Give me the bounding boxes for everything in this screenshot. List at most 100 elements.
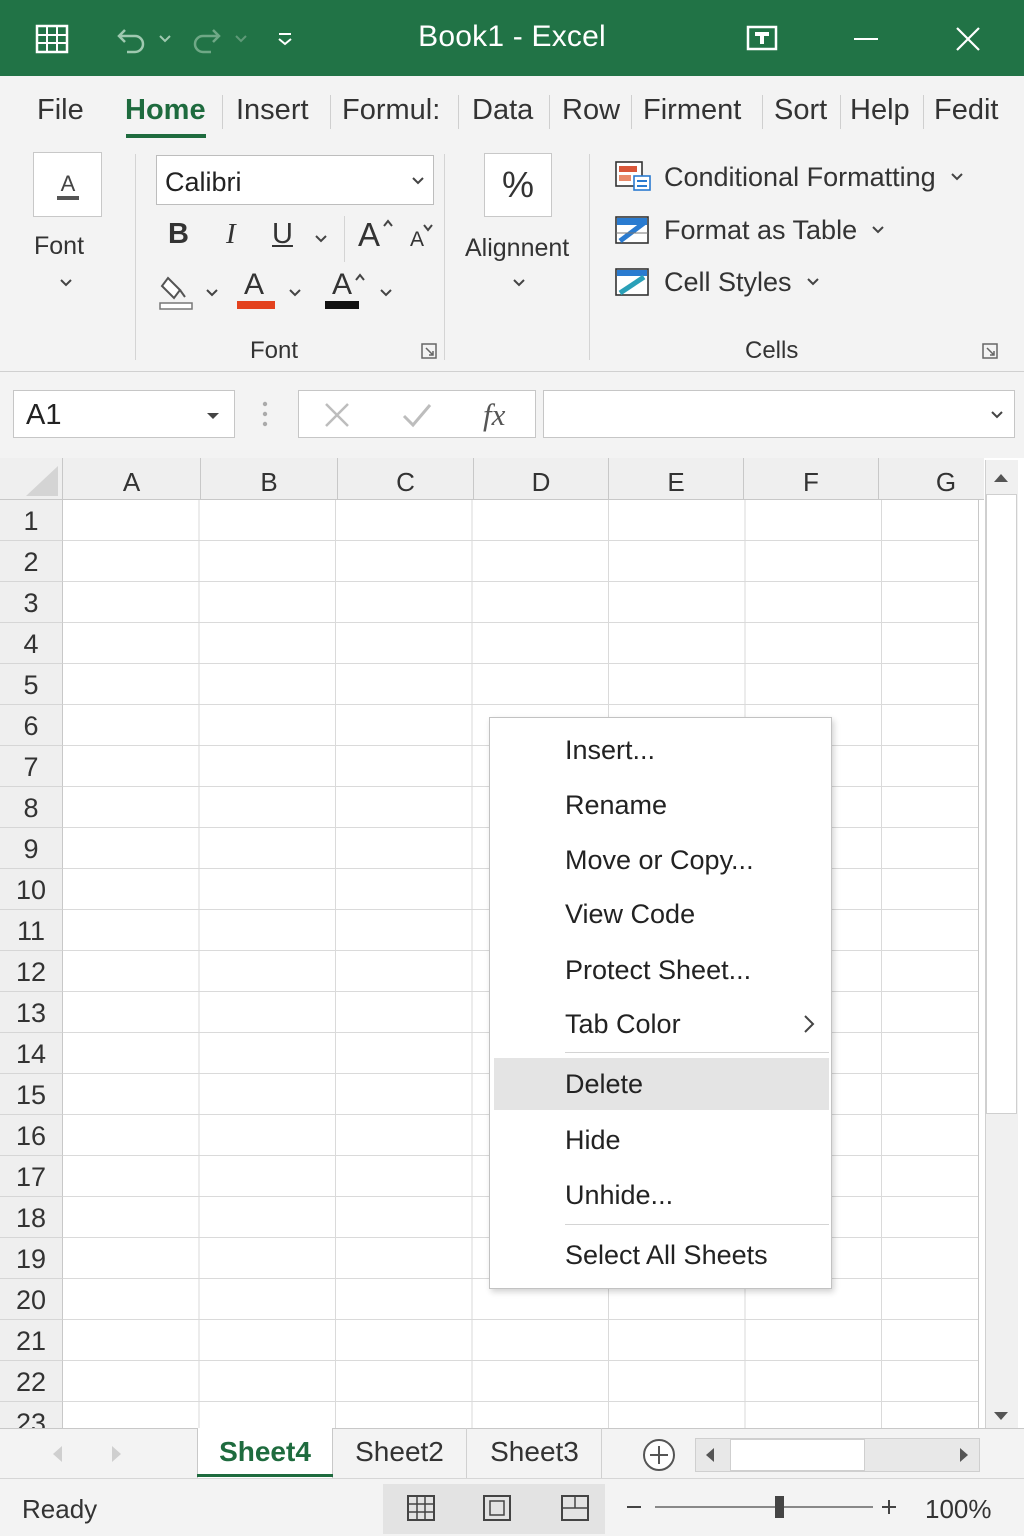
- customize-quick-access-icon[interactable]: [272, 18, 298, 60]
- row-header[interactable]: 20: [0, 1279, 63, 1320]
- menu-item-view-code[interactable]: View Code: [494, 888, 829, 940]
- bold-button[interactable]: B: [168, 218, 189, 251]
- previous-sheet-arrow-icon[interactable]: [50, 1444, 64, 1464]
- menu-item-rename[interactable]: Rename: [494, 779, 829, 831]
- horizontal-scroll-thumb[interactable]: [730, 1439, 865, 1471]
- resize-handle-icon[interactable]: [262, 400, 268, 428]
- normal-view-icon[interactable]: [406, 1494, 436, 1522]
- zoom-in-icon[interactable]: [881, 1499, 897, 1515]
- row-header[interactable]: 2: [0, 541, 63, 582]
- formula-input[interactable]: [543, 390, 1015, 438]
- font-color-letter[interactable]: A: [244, 268, 264, 302]
- font-button[interactable]: A: [33, 152, 102, 217]
- undo-dropdown-icon[interactable]: [156, 18, 174, 60]
- zoom-slider-thumb[interactable]: [775, 1496, 784, 1518]
- row-header[interactable]: 21: [0, 1320, 63, 1361]
- tab-help[interactable]: Help: [850, 94, 910, 127]
- scroll-left-arrow-icon[interactable]: [704, 1447, 716, 1463]
- tab-firment[interactable]: Firment: [643, 94, 741, 127]
- menu-item-tab-color[interactable]: Tab Color: [494, 998, 829, 1050]
- row-header[interactable]: 16: [0, 1115, 63, 1156]
- column-header[interactable]: B: [201, 458, 338, 500]
- insert-function-button[interactable]: fx: [483, 397, 505, 433]
- menu-item-select-all-sheets[interactable]: Select All Sheets: [494, 1229, 829, 1281]
- tab-formulas[interactable]: Formul:: [342, 94, 440, 127]
- scroll-up-arrow-icon[interactable]: [993, 472, 1009, 484]
- tab-sort[interactable]: Sort: [774, 94, 827, 127]
- row-header[interactable]: 19: [0, 1238, 63, 1279]
- select-all-corner[interactable]: [0, 458, 63, 500]
- new-sheet-plus-icon[interactable]: [641, 1437, 677, 1473]
- sheet-tab-sheet4[interactable]: Sheet4: [197, 1428, 333, 1478]
- italic-button[interactable]: I: [226, 218, 236, 251]
- menu-item-delete[interactable]: Delete: [494, 1058, 829, 1110]
- tab-file[interactable]: File: [37, 94, 84, 127]
- row-header[interactable]: 9: [0, 828, 63, 869]
- tab-home[interactable]: Home: [125, 94, 206, 127]
- menu-item-unhide[interactable]: Unhide...: [494, 1169, 829, 1221]
- grow-font-button[interactable]: A: [358, 216, 380, 254]
- column-header[interactable]: F: [744, 458, 879, 500]
- underline-button[interactable]: U: [272, 218, 293, 251]
- column-header[interactable]: D: [474, 458, 609, 500]
- row-header[interactable]: 11: [0, 910, 63, 951]
- menu-item-insert[interactable]: Insert...: [494, 724, 829, 776]
- scroll-right-arrow-icon[interactable]: [958, 1447, 970, 1463]
- tab-insert[interactable]: Insert: [236, 94, 309, 127]
- dialog-launcher-icon[interactable]: [421, 343, 437, 359]
- row-header[interactable]: 15: [0, 1074, 63, 1115]
- page-layout-view-icon[interactable]: [482, 1494, 512, 1522]
- chevron-down-icon[interactable]: [59, 278, 73, 288]
- sheet-tab-sheet3[interactable]: Sheet3: [468, 1428, 602, 1478]
- column-header[interactable]: A: [63, 458, 201, 500]
- chevron-down-icon[interactable]: [512, 278, 526, 288]
- row-header[interactable]: 23: [0, 1402, 63, 1428]
- text-effect-letter[interactable]: A: [332, 268, 352, 302]
- dialog-launcher-icon[interactable]: [982, 343, 998, 359]
- ribbon-display-options-icon[interactable]: [744, 18, 780, 60]
- font-button-label[interactable]: Font: [34, 232, 84, 261]
- fill-color-dropdown-icon[interactable]: [205, 288, 219, 298]
- column-header[interactable]: E: [609, 458, 744, 500]
- row-header[interactable]: 7: [0, 746, 63, 787]
- zoom-slider-track[interactable]: [655, 1506, 873, 1508]
- zoom-out-icon[interactable]: [626, 1505, 642, 1509]
- expand-formula-bar-icon[interactable]: [990, 410, 1004, 420]
- row-header[interactable]: 8: [0, 787, 63, 828]
- row-header[interactable]: 5: [0, 664, 63, 705]
- row-header[interactable]: 12: [0, 951, 63, 992]
- cancel-icon[interactable]: [323, 402, 351, 428]
- undo-icon[interactable]: [112, 18, 152, 60]
- alignment-label[interactable]: Alignnent: [465, 234, 569, 263]
- row-header[interactable]: 3: [0, 582, 63, 623]
- vertical-scroll-thumb[interactable]: [986, 494, 1017, 1114]
- enter-check-icon[interactable]: [401, 402, 433, 428]
- tab-row[interactable]: Row: [562, 94, 620, 127]
- row-header[interactable]: 4: [0, 623, 63, 664]
- percent-format-button[interactable]: %: [484, 153, 552, 217]
- row-header[interactable]: 1: [0, 500, 63, 541]
- next-sheet-arrow-icon[interactable]: [110, 1444, 124, 1464]
- row-header[interactable]: 10: [0, 869, 63, 910]
- cell-styles-button[interactable]: Cell Styles: [614, 262, 820, 302]
- redo-icon[interactable]: [186, 18, 226, 60]
- row-header[interactable]: 14: [0, 1033, 63, 1074]
- scroll-down-arrow-icon[interactable]: [993, 1410, 1009, 1422]
- page-break-preview-icon[interactable]: [560, 1494, 590, 1522]
- format-as-table-button[interactable]: Format as Table: [614, 210, 885, 250]
- font-name-dropdown[interactable]: Calibri: [156, 155, 434, 205]
- redo-dropdown-icon[interactable]: [232, 18, 250, 60]
- zoom-level[interactable]: 100%: [925, 1494, 992, 1525]
- conditional-formatting-button[interactable]: Conditional Formatting: [614, 157, 964, 197]
- menu-item-move-or-copy[interactable]: Move or Copy...: [494, 834, 829, 886]
- row-header[interactable]: 17: [0, 1156, 63, 1197]
- name-box[interactable]: A1: [13, 390, 235, 438]
- row-header[interactable]: 6: [0, 705, 63, 746]
- minimize-icon[interactable]: [848, 18, 884, 60]
- tab-data[interactable]: Data: [472, 94, 533, 127]
- column-header[interactable]: G: [879, 458, 984, 500]
- row-header[interactable]: 22: [0, 1361, 63, 1402]
- font-color-dropdown-icon[interactable]: [288, 288, 302, 298]
- close-icon[interactable]: [950, 18, 986, 60]
- excel-app-icon[interactable]: [30, 18, 74, 60]
